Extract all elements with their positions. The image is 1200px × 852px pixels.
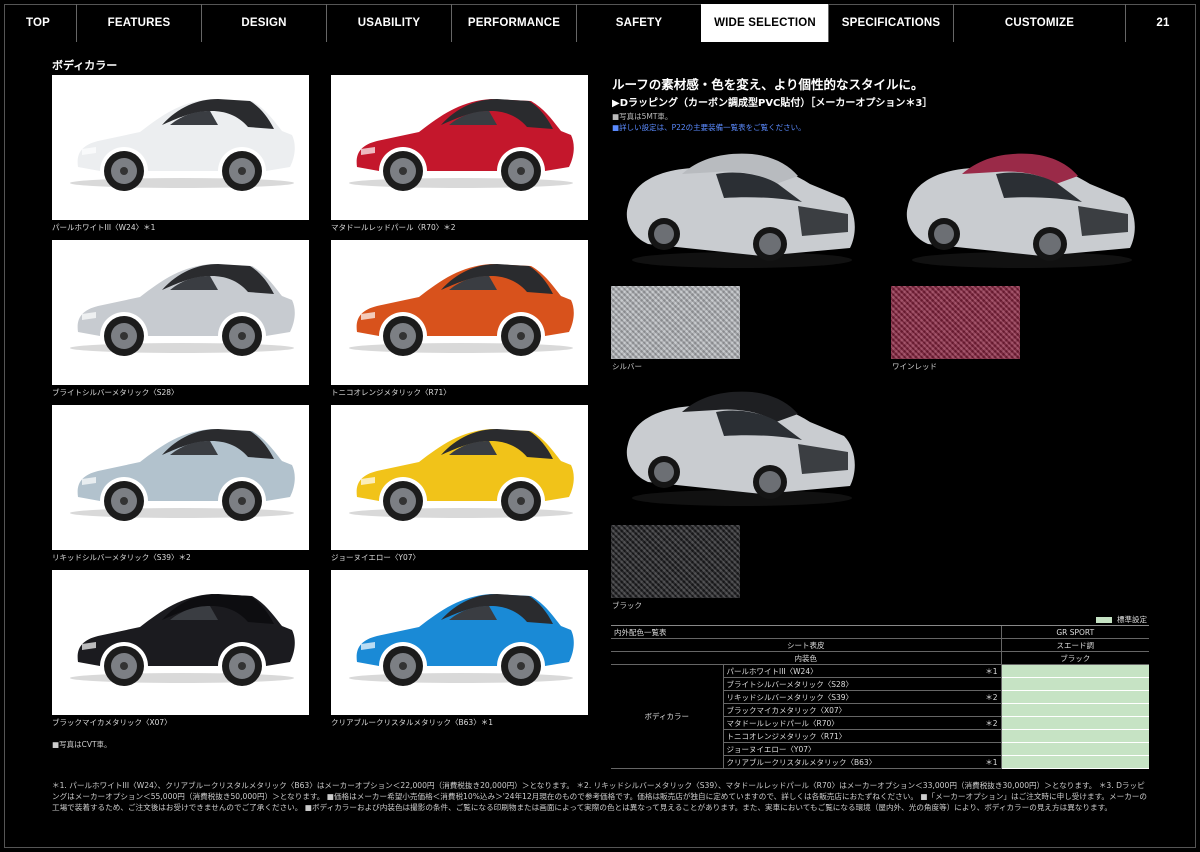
color-mark: ＊2 xyxy=(971,716,1001,730)
tab-top[interactable]: TOP xyxy=(0,4,76,42)
car-side-icon xyxy=(349,264,574,356)
car-side-icon xyxy=(349,429,574,521)
car-side-icon xyxy=(70,264,295,356)
swatch-tonico-orange xyxy=(331,240,588,385)
body-color-group-label: ボディカラー xyxy=(611,664,723,769)
tab-customize[interactable]: CUSTOMIZE xyxy=(953,4,1125,42)
material-caption: ブラック xyxy=(612,601,642,610)
standard-cell xyxy=(1000,755,1149,769)
carbon-wine-red-swatch xyxy=(891,286,1020,359)
standard-cell xyxy=(1000,690,1149,704)
tab-specifications[interactable]: SPECIFICATIONS xyxy=(828,4,953,42)
color-mark xyxy=(971,677,1001,691)
interior-value: ブラック xyxy=(1000,651,1149,665)
table-title: 内外配色一覧表 xyxy=(611,625,1001,639)
color-mark: ＊1 xyxy=(971,664,1001,678)
color-mark xyxy=(971,742,1001,756)
seat-label: シート表皮 xyxy=(611,638,1001,652)
color-name: クリアブルークリスタルメタリック〈B63〉 xyxy=(722,755,972,769)
material-caption: シルバー xyxy=(612,362,642,371)
color-name: ブライトシルバーメタリック〈S28〉 xyxy=(722,677,972,691)
seat-value: スエード調 xyxy=(1000,638,1149,652)
swatch-jaune-yellow xyxy=(331,405,588,550)
tab-wide-selection[interactable]: WIDE SELECTION xyxy=(701,4,828,42)
table-row: シート表皮 スエード調 xyxy=(611,638,1149,652)
swatch-caption: ジョーヌイエロー〈Y07〉 xyxy=(331,553,421,562)
table-header-row: 内外配色一覧表 GR SPORT xyxy=(611,625,1149,639)
color-mark: ＊1 xyxy=(971,755,1001,769)
car-side-icon xyxy=(70,429,295,521)
standard-cell xyxy=(1000,729,1149,743)
swatch-bright-silver xyxy=(52,240,309,385)
color-name: パールホワイトIII〈W24〉 xyxy=(722,664,972,678)
grade-header: GR SPORT xyxy=(1000,625,1149,639)
table-row: 内装色 ブラック xyxy=(611,651,1149,665)
standard-legend: 標準設定 xyxy=(1096,614,1147,625)
wrap-reference-note: ■詳しい設定は、P22の主要装備一覧表をご覧ください。 xyxy=(612,123,806,132)
carbon-black-swatch xyxy=(611,525,740,598)
table-row: ボディカラー パールホワイトIII〈W24〉 ＊1 xyxy=(611,664,1149,769)
standard-cell xyxy=(1000,716,1149,730)
swatch-matador-red xyxy=(331,75,588,220)
color-name: トニコオレンジメタリック〈R71〉 xyxy=(722,729,972,743)
color-mark xyxy=(971,703,1001,717)
tab-usability[interactable]: USABILITY xyxy=(326,4,451,42)
standard-legend-label: 標準設定 xyxy=(1117,615,1147,624)
body-color-title: ボディカラー xyxy=(52,59,118,72)
swatch-caption: マタドールレッドパール〈R70〉＊2 xyxy=(331,223,456,232)
color-mark xyxy=(971,729,1001,743)
standard-cell xyxy=(1000,664,1149,678)
interior-label: 内装色 xyxy=(611,651,1001,665)
color-combination-table: 内外配色一覧表 GR SPORT シート表皮 スエード調 内装色 ブラック ボデ… xyxy=(611,625,1149,769)
standard-cell xyxy=(1000,742,1149,756)
color-name: リキッドシルバーメタリック〈S39〉 xyxy=(722,690,972,704)
wrap-subheading: ▶Dラッピング（カーボン調成型PVC貼付）［メーカーオプション＊3］ xyxy=(612,98,933,109)
car-wine-red-roof-image xyxy=(906,153,1135,268)
swatch-black-mica xyxy=(52,570,309,715)
swatch-caption: パールホワイトIII〈W24〉＊1 xyxy=(52,223,156,232)
car-black-roof-image xyxy=(626,391,855,506)
wrap-note: ■写真は5MT車。 xyxy=(612,112,673,121)
car-side-icon xyxy=(70,594,295,686)
car-side-icon xyxy=(70,99,295,191)
wrap-heading: ルーフの素材感・色を変え、より個性的なスタイルに。 xyxy=(612,77,924,92)
color-name: ジョーヌイエロー〈Y07〉 xyxy=(722,742,972,756)
standard-cell xyxy=(1000,703,1149,717)
swatch-caption: トニコオレンジメタリック〈R71〉 xyxy=(331,388,451,397)
standard-cell xyxy=(1000,677,1149,691)
photo-note: ■写真はCVT車。 xyxy=(52,740,112,749)
material-caption: ワインレッド xyxy=(892,362,937,371)
swatch-caption: ブラックマイカメタリック〈X07〉 xyxy=(52,718,172,727)
tab-safety[interactable]: SAFETY xyxy=(576,4,701,42)
car-silver-roof-image xyxy=(626,153,855,268)
standard-legend-chip xyxy=(1096,616,1112,623)
swatch-pearl-white xyxy=(52,75,309,220)
footnotes: ＊1. パールホワイトIII〈W24〉、クリアブルークリスタルメタリック〈B63… xyxy=(52,781,1147,813)
car-side-icon xyxy=(349,99,574,191)
top-navigation: TOP FEATURES DESIGN USABILITY PERFORMANC… xyxy=(0,4,1200,42)
tab-design[interactable]: DESIGN xyxy=(201,4,326,42)
swatch-clear-blue xyxy=(331,570,588,715)
swatch-caption: クリアブルークリスタルメタリック〈B63〉＊1 xyxy=(331,718,493,727)
car-side-icon xyxy=(349,594,574,686)
swatch-caption: リキッドシルバーメタリック〈S39〉＊2 xyxy=(52,553,191,562)
tab-performance[interactable]: PERFORMANCE xyxy=(451,4,576,42)
carbon-silver-swatch xyxy=(611,286,740,359)
color-mark: ＊2 xyxy=(971,690,1001,704)
swatch-caption: ブライトシルバーメタリック〈S28〉 xyxy=(52,388,179,397)
tab-features[interactable]: FEATURES xyxy=(76,4,201,42)
color-name: マタドールレッドパール〈R70〉 xyxy=(722,716,972,730)
color-name: ブラックマイカメタリック〈X07〉 xyxy=(722,703,972,717)
page-number: 21 xyxy=(1125,4,1200,42)
swatch-liquid-silver xyxy=(52,405,309,550)
